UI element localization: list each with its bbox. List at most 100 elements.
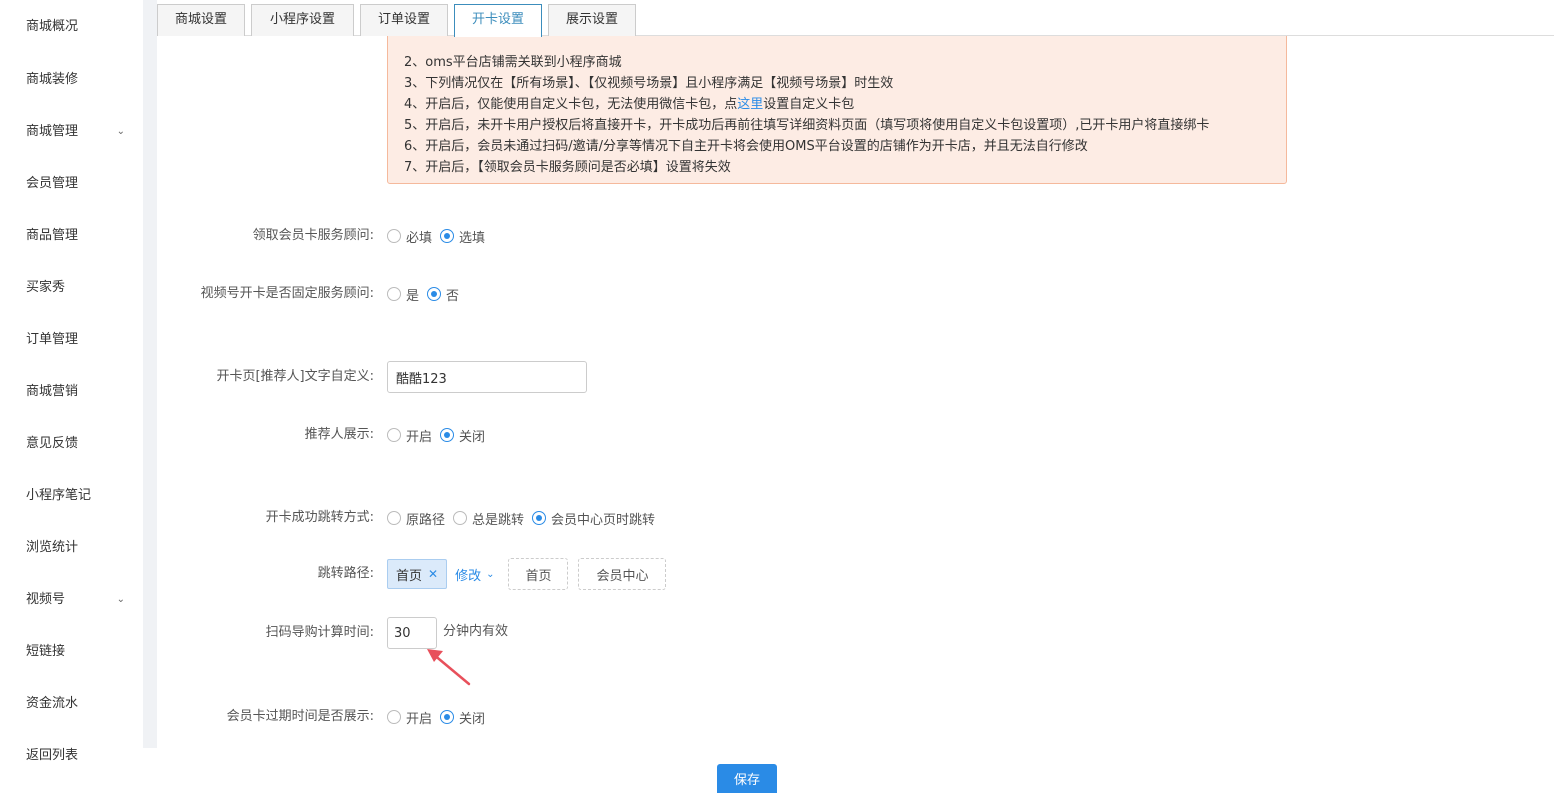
- sidebar-item-label: 买家秀: [26, 280, 66, 295]
- channel-fixed-advisor-row: 视频号开卡是否固定服务顾问: 是否: [157, 279, 1554, 309]
- radio-dot[interactable]: [440, 229, 455, 243]
- sidebar-item[interactable]: 意见反馈: [0, 418, 143, 470]
- referrer-display-radios: 开启 关闭: [387, 420, 493, 450]
- radio-dot[interactable]: [387, 428, 401, 442]
- radio-option[interactable]: 关闭: [440, 426, 485, 445]
- notice-line: 6、开启后，会员未通过扫码/邀请/分享等情况下自主开卡将会使用OMS平台设置的店…: [404, 139, 1088, 154]
- sidebar-item[interactable]: 商品管理: [0, 210, 143, 262]
- sidebar-item-label: 意见反馈: [26, 436, 79, 451]
- radio-dot[interactable]: [387, 710, 401, 724]
- tab-display-settings[interactable]: 展示设置: [548, 4, 636, 36]
- sidebar-item[interactable]: 商城管理 ⌄: [0, 106, 143, 158]
- radio-label: 选填: [459, 230, 486, 246]
- redirect-mode-row: 开卡成功跳转方式: 原路径 总是跳转 会员中心页时跳转: [157, 503, 1554, 533]
- radio-option[interactable]: 会员中心页时跳转: [532, 509, 655, 528]
- referrer-text-label: 开卡页[推荐人]文字自定义:: [216, 369, 374, 384]
- expiry-display-label: 会员卡过期时间是否展示:: [226, 709, 374, 724]
- radio-option[interactable]: 必填: [387, 227, 432, 246]
- tab-bar: 商城设置 小程序设置 订单设置 开卡设置 展示设置: [157, 0, 1554, 37]
- sidebar-item[interactable]: 视频号 ⌄: [0, 574, 143, 626]
- radio-option[interactable]: 原路径: [387, 509, 445, 528]
- radio-label: 否: [446, 288, 460, 304]
- radio-dot[interactable]: [387, 287, 401, 301]
- tab-mall-settings[interactable]: 商城设置: [157, 4, 245, 36]
- notice-box: 2、oms平台店铺需关联到小程序商城 3、下列情况仅在【所有场景】、【仅视频号场…: [387, 30, 1287, 184]
- radio-option[interactable]: 是: [387, 285, 419, 304]
- sidebar-item[interactable]: 商城装修: [0, 54, 143, 106]
- redirect-mode-radios: 原路径 总是跳转 会员中心页时跳转: [387, 503, 663, 533]
- radio-label: 总是跳转: [472, 512, 525, 528]
- radio-dot[interactable]: [453, 511, 468, 525]
- shortcut-member-center-button[interactable]: 会员中心: [578, 558, 667, 590]
- radio-dot[interactable]: [532, 511, 547, 525]
- radio-label: 开启: [406, 429, 433, 445]
- radio-option[interactable]: 关闭: [440, 708, 485, 727]
- expiry-display-radios: 开启 关闭: [387, 702, 493, 732]
- expiry-display-row: 会员卡过期时间是否展示: 开启 关闭: [157, 702, 1554, 732]
- radio-option[interactable]: 选填: [440, 227, 485, 246]
- sidebar-item[interactable]: 订单管理: [0, 314, 143, 366]
- radio-label: 关闭: [459, 711, 486, 727]
- redirect-path-tag: 首页 ✕: [387, 559, 448, 589]
- chevron-down-icon: ⌄: [116, 594, 125, 605]
- radio-dot[interactable]: [440, 710, 455, 724]
- sidebar-item[interactable]: 返回列表: [0, 730, 143, 782]
- radio-option[interactable]: 总是跳转: [453, 509, 524, 528]
- sidebar-item[interactable]: 资金流水: [0, 678, 143, 730]
- notice-line: 3、下列情况仅在【所有场景】、【仅视频号场景】且小程序满足【视频号场景】时生效: [404, 76, 894, 91]
- sidebar-item-label: 商城营销: [26, 384, 79, 399]
- referrer-text-input[interactable]: [387, 361, 587, 393]
- sidebar-item[interactable]: 会员管理: [0, 158, 143, 210]
- sidebar-item[interactable]: 小程序笔记: [0, 470, 143, 522]
- advisor-required-radios: 必填 选填: [387, 221, 493, 251]
- sidebar-item[interactable]: 商城概况: [0, 0, 143, 54]
- main-panel: 商城设置 小程序设置 订单设置 开卡设置 展示设置 2、oms平台店铺需关联到小…: [157, 0, 1554, 748]
- notice-line: 2、oms平台店铺需关联到小程序商城: [404, 55, 622, 70]
- notice-line: 4、开启后，仅能使用自定义卡包，无法使用微信卡包，点这里设置自定义卡包: [404, 94, 1286, 115]
- sidebar-item-label: 小程序笔记: [26, 488, 92, 503]
- sidebar-item-label: 商城装修: [26, 72, 79, 87]
- advisor-required-row: 领取会员卡服务顾问: 必填 选填: [157, 221, 1554, 251]
- notice-line: 5、开启后，未开卡用户授权后将直接开卡，开卡成功后再前往填写详细资料页面（填写项…: [404, 118, 1210, 133]
- sidebar-item-label: 浏览统计: [26, 540, 79, 555]
- sidebar-item[interactable]: 浏览统计: [0, 522, 143, 574]
- sidebar-item-label: 返回列表: [26, 748, 79, 763]
- radio-option[interactable]: 开启: [387, 426, 432, 445]
- sidebar-item-label: 视频号: [26, 592, 66, 607]
- sidebar: 商城概况商城装修商城管理 ⌄ 会员管理 商品管理买家秀订单管理商城营销意见反馈小程序笔…: [0, 0, 143, 793]
- radio-dot[interactable]: [387, 511, 401, 525]
- channel-fixed-advisor-label: 视频号开卡是否固定服务顾问:: [200, 286, 374, 301]
- shortcut-home-button[interactable]: 首页: [508, 558, 569, 590]
- chevron-down-icon: ⌄: [486, 568, 495, 580]
- radio-label: 会员中心页时跳转: [551, 512, 656, 528]
- sidebar-item[interactable]: 商城营销: [0, 366, 143, 418]
- custom-card-link[interactable]: 这里: [737, 97, 763, 112]
- referrer-text-row: 开卡页[推荐人]文字自定义:: [157, 361, 1554, 393]
- sidebar-item-label: 订单管理: [26, 332, 79, 347]
- radio-option[interactable]: 开启: [387, 708, 432, 727]
- close-icon[interactable]: ✕: [428, 567, 438, 581]
- radio-dot[interactable]: [440, 428, 455, 442]
- red-arrow-icon: [427, 649, 471, 686]
- modify-label: 修改: [455, 568, 482, 584]
- radio-dot[interactable]: [427, 287, 442, 301]
- footer-bar: 保存: [143, 748, 1554, 793]
- sidebar-item[interactable]: 短链接: [0, 626, 143, 678]
- sidebar-item[interactable]: 买家秀: [0, 262, 143, 314]
- radio-label: 必填: [406, 230, 433, 246]
- radio-label: 关闭: [459, 429, 486, 445]
- save-button[interactable]: 保存: [717, 764, 777, 793]
- modify-dropdown[interactable]: 修改 ⌄: [455, 565, 494, 584]
- tab-miniprogram-settings[interactable]: 小程序设置: [251, 4, 354, 36]
- tab-card-settings[interactable]: 开卡设置: [454, 4, 542, 37]
- tab-order-settings[interactable]: 订单设置: [360, 4, 448, 36]
- channel-fixed-advisor-radios: 是否: [387, 279, 467, 309]
- redirect-mode-label: 开卡成功跳转方式:: [265, 510, 374, 525]
- sidebar-item-label: 短链接: [26, 644, 66, 659]
- notice-line-suffix: 设置自定义卡包: [763, 97, 855, 112]
- radio-option[interactable]: 否: [427, 285, 459, 304]
- referrer-display-label: 推荐人展示:: [304, 427, 374, 442]
- radio-dot[interactable]: [387, 229, 401, 243]
- scan-time-label: 扫码导购计算时间:: [265, 625, 374, 640]
- redirect-path-tag-text: 首页: [396, 568, 423, 584]
